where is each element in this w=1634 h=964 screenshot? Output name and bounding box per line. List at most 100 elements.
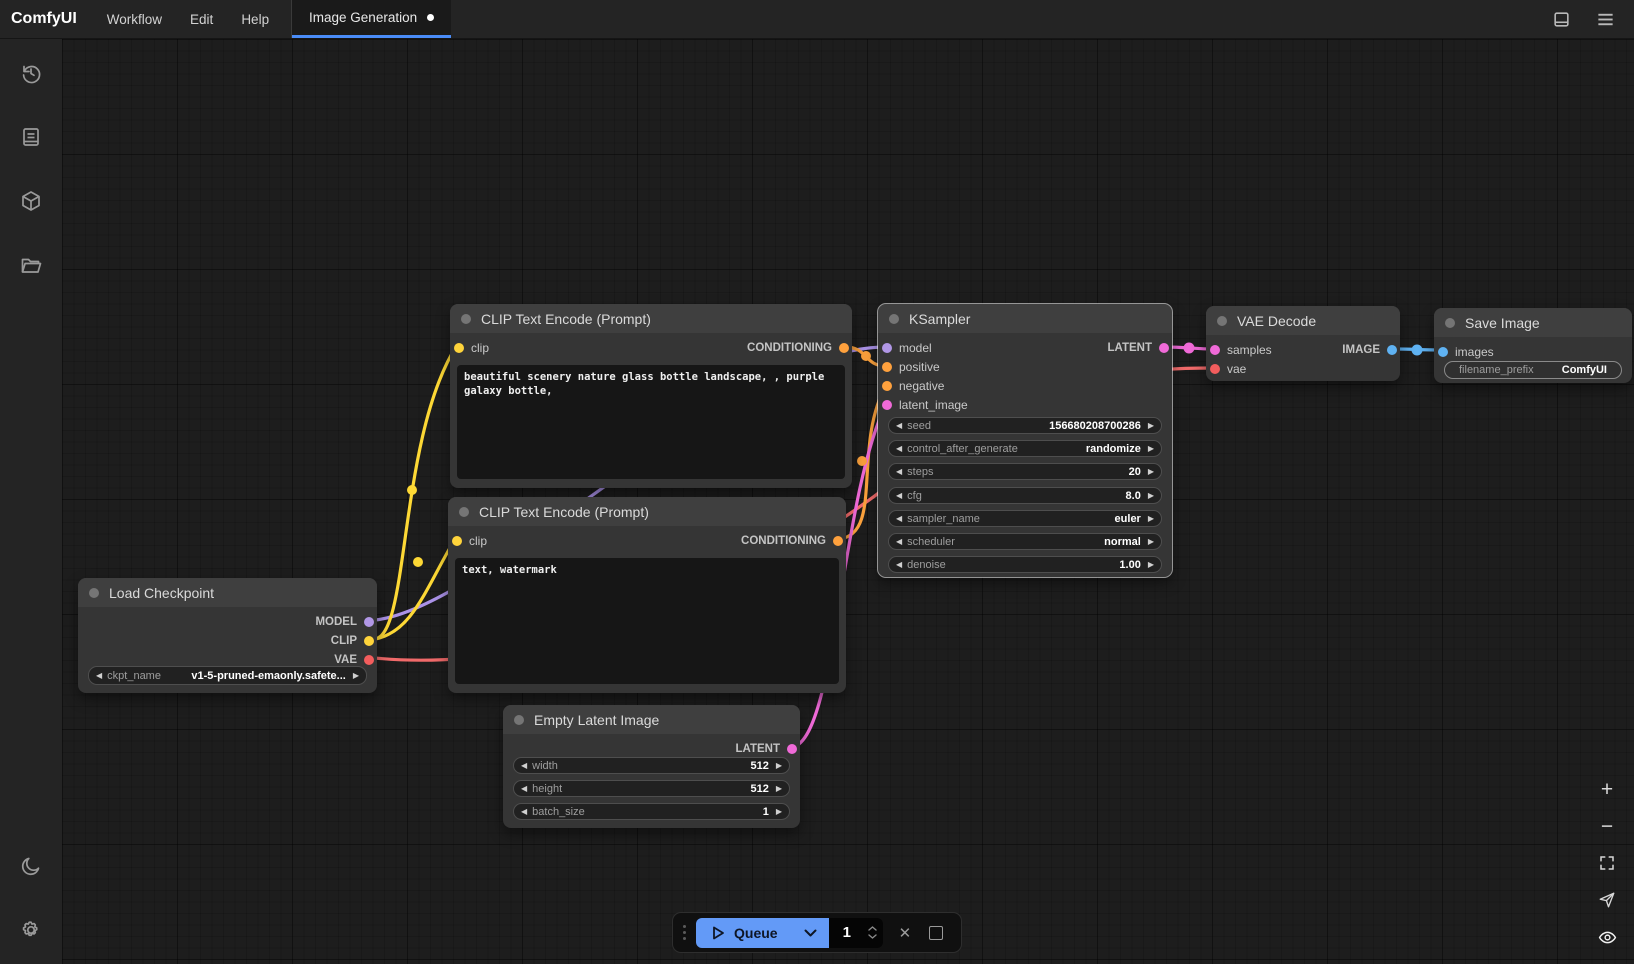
- widget-control-after-generate[interactable]: ◀ control_after_generate randomize ▶: [888, 440, 1162, 457]
- node-ksampler[interactable]: KSampler model positive negative latent_…: [878, 304, 1172, 577]
- tab-image-generation[interactable]: Image Generation: [292, 0, 451, 38]
- latent-slot-dot[interactable]: [1159, 343, 1169, 353]
- node-vae-decode[interactable]: VAE Decode samples vae IMAGE: [1206, 306, 1400, 381]
- stop-button[interactable]: [929, 926, 943, 940]
- output-slot-latent[interactable]: LATENT: [1107, 338, 1169, 357]
- decrement-arrow-icon[interactable]: ◀: [896, 422, 902, 430]
- decrement-arrow-icon[interactable]: ◀: [896, 515, 902, 523]
- collapse-dot-icon[interactable]: [889, 314, 899, 324]
- widget-sampler-name[interactable]: ◀ sampler_name euler ▶: [888, 510, 1162, 527]
- node-header[interactable]: CLIP Text Encode (Prompt): [448, 497, 846, 526]
- widget-width[interactable]: ◀ width 512 ▶: [513, 757, 790, 774]
- widget-scheduler[interactable]: ◀ scheduler normal ▶: [888, 533, 1162, 550]
- zoom-in-button[interactable]: +: [1595, 778, 1619, 800]
- conditioning-slot-dot[interactable]: [882, 381, 892, 391]
- menu-workflow[interactable]: Workflow: [93, 0, 176, 38]
- increment-arrow-icon[interactable]: ▶: [1148, 561, 1154, 569]
- input-slot-latent-image[interactable]: latent_image: [878, 395, 1172, 414]
- menu-edit[interactable]: Edit: [176, 0, 227, 38]
- decrement-arrow-icon[interactable]: ◀: [896, 561, 902, 569]
- decrement-arrow-icon[interactable]: ◀: [96, 672, 102, 680]
- node-header[interactable]: Save Image: [1434, 308, 1632, 337]
- node-clip-text-encode-positive[interactable]: CLIP Text Encode (Prompt) clip CONDITION…: [450, 304, 852, 488]
- theme-toggle-moon-icon[interactable]: [11, 846, 51, 886]
- output-slot-image[interactable]: IMAGE: [1342, 340, 1397, 359]
- decrement-arrow-icon[interactable]: ◀: [896, 492, 902, 500]
- fit-view-button[interactable]: [1595, 852, 1619, 874]
- increment-arrow-icon[interactable]: ▶: [1148, 538, 1154, 546]
- increment-arrow-icon[interactable]: ▶: [1148, 515, 1154, 523]
- increment-arrow-icon[interactable]: ▶: [1148, 422, 1154, 430]
- model-slot-dot[interactable]: [882, 343, 892, 353]
- stepper-down-icon[interactable]: [868, 934, 877, 939]
- increment-arrow-icon[interactable]: ▶: [1148, 468, 1154, 476]
- conditioning-slot-dot[interactable]: [839, 343, 849, 353]
- node-header[interactable]: Empty Latent Image: [503, 705, 800, 734]
- input-slot-images[interactable]: images: [1434, 342, 1632, 361]
- vae-slot-dot[interactable]: [364, 655, 374, 665]
- decrement-arrow-icon[interactable]: ◀: [521, 785, 527, 793]
- workflows-folder-icon[interactable]: [11, 245, 51, 285]
- collapse-dot-icon[interactable]: [1445, 318, 1455, 328]
- bottom-panel-icon[interactable]: [1550, 8, 1572, 30]
- input-slot-vae[interactable]: vae: [1206, 359, 1400, 378]
- output-slot-model[interactable]: MODEL: [315, 612, 374, 631]
- queue-options-chevron[interactable]: [792, 918, 829, 948]
- prompt-textarea[interactable]: text, watermark: [455, 558, 839, 684]
- settings-gear-icon[interactable]: [11, 910, 51, 950]
- prompt-textarea[interactable]: beautiful scenery nature glass bottle la…: [457, 365, 845, 479]
- collapse-dot-icon[interactable]: [1217, 316, 1227, 326]
- widget-denoise[interactable]: ◀ denoise 1.00 ▶: [888, 556, 1162, 573]
- toggle-visibility-button[interactable]: [1595, 926, 1619, 948]
- decrement-arrow-icon[interactable]: ◀: [896, 468, 902, 476]
- increment-arrow-icon[interactable]: ▶: [776, 762, 782, 770]
- latent-slot-dot[interactable]: [882, 400, 892, 410]
- increment-arrow-icon[interactable]: ▶: [776, 808, 782, 816]
- widget-batch-size[interactable]: ◀ batch_size 1 ▶: [513, 803, 790, 820]
- input-slot-negative[interactable]: negative: [878, 376, 1172, 395]
- zoom-out-button[interactable]: −: [1595, 815, 1619, 837]
- increment-arrow-icon[interactable]: ▶: [353, 672, 359, 680]
- decrement-arrow-icon[interactable]: ◀: [521, 808, 527, 816]
- conditioning-slot-dot[interactable]: [882, 362, 892, 372]
- output-slot-clip[interactable]: CLIP: [331, 631, 374, 650]
- batch-count-box[interactable]: 1: [829, 918, 883, 948]
- latent-slot-dot[interactable]: [787, 744, 797, 754]
- node-header[interactable]: CLIP Text Encode (Prompt): [450, 304, 852, 333]
- output-slot-conditioning[interactable]: CONDITIONING: [741, 531, 843, 550]
- batch-count-stepper[interactable]: [868, 926, 877, 939]
- model-slot-dot[interactable]: [364, 617, 374, 627]
- widget-height[interactable]: ◀ height 512 ▶: [513, 780, 790, 797]
- decrement-arrow-icon[interactable]: ◀: [896, 538, 902, 546]
- increment-arrow-icon[interactable]: ▶: [1148, 445, 1154, 453]
- stepper-up-icon[interactable]: [868, 926, 877, 931]
- image-slot-dot[interactable]: [1438, 347, 1448, 357]
- output-slot-latent[interactable]: LATENT: [735, 739, 797, 758]
- collapse-dot-icon[interactable]: [461, 314, 471, 324]
- node-clip-text-encode-negative[interactable]: CLIP Text Encode (Prompt) clip CONDITION…: [448, 497, 846, 693]
- select-mode-button[interactable]: [1595, 889, 1619, 911]
- widget-ckpt-name[interactable]: ◀ ckpt_name v1-5-pruned-emaonly.safete..…: [88, 666, 367, 685]
- increment-arrow-icon[interactable]: ▶: [1148, 492, 1154, 500]
- collapse-dot-icon[interactable]: [89, 588, 99, 598]
- clip-slot-dot[interactable]: [452, 536, 462, 546]
- increment-arrow-icon[interactable]: ▶: [776, 785, 782, 793]
- node-header[interactable]: VAE Decode: [1206, 306, 1400, 335]
- node-header[interactable]: KSampler: [878, 304, 1172, 333]
- node-library-icon[interactable]: [11, 117, 51, 157]
- input-slot-positive[interactable]: positive: [878, 357, 1172, 376]
- history-icon[interactable]: [11, 53, 51, 93]
- node-header[interactable]: Load Checkpoint: [78, 578, 377, 607]
- collapse-dot-icon[interactable]: [514, 715, 524, 725]
- conditioning-slot-dot[interactable]: [833, 536, 843, 546]
- latent-slot-dot[interactable]: [1210, 345, 1220, 355]
- clip-slot-dot[interactable]: [364, 636, 374, 646]
- widget-cfg[interactable]: ◀ cfg 8.0 ▶: [888, 487, 1162, 504]
- menu-help[interactable]: Help: [227, 0, 283, 38]
- widget-seed[interactable]: ◀ seed 156680208700286 ▶: [888, 417, 1162, 434]
- node-empty-latent-image[interactable]: Empty Latent Image LATENT ◀ width 512 ▶ …: [503, 705, 800, 828]
- drag-handle-icon[interactable]: [683, 925, 686, 940]
- model-library-icon[interactable]: [11, 181, 51, 221]
- hamburger-menu-icon[interactable]: [1594, 8, 1616, 30]
- clear-queue-button[interactable]: ✕: [899, 924, 912, 942]
